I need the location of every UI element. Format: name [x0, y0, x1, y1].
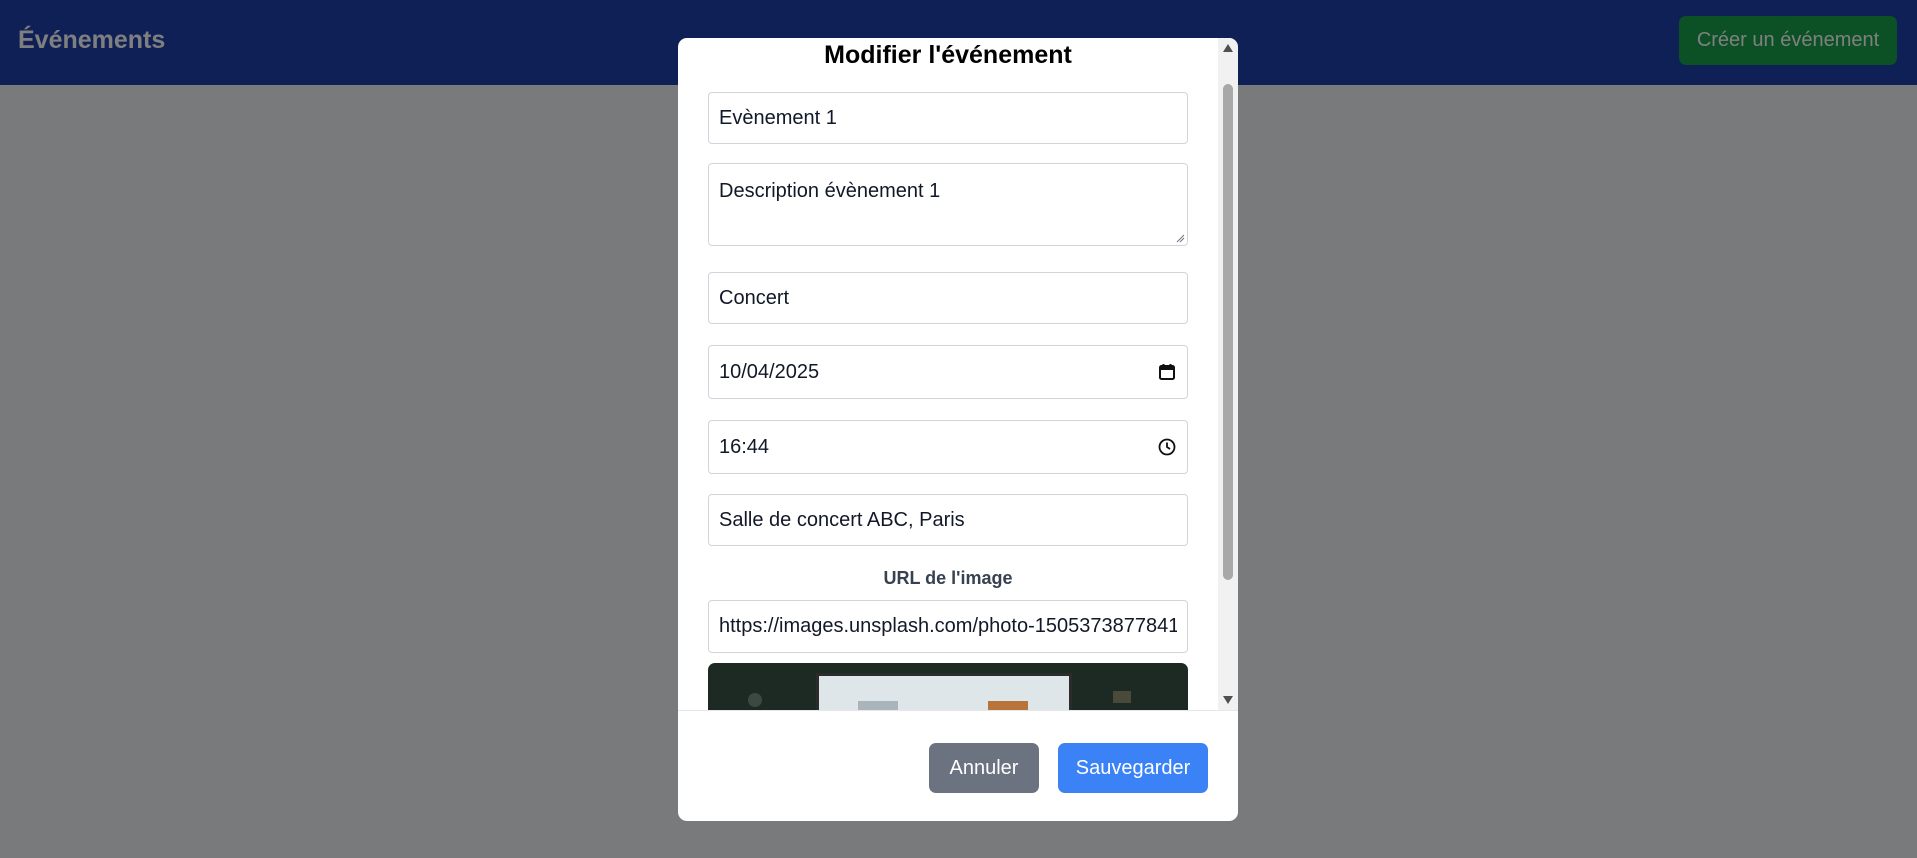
- event-time-value: 16:44: [719, 435, 770, 458]
- modal-scroll-area[interactable]: Modifier l'événement Evènement 1 Descrip…: [678, 38, 1238, 710]
- event-name-value: Evènement 1: [719, 106, 837, 129]
- edit-event-modal: Modifier l'événement Evènement 1 Descrip…: [678, 38, 1238, 821]
- event-date-input[interactable]: 10/04/2025: [708, 345, 1188, 399]
- event-location-input[interactable]: Salle de concert ABC, Paris: [708, 494, 1188, 546]
- event-time-input[interactable]: 16:44: [708, 420, 1188, 474]
- scroll-up-arrow-icon[interactable]: [1218, 38, 1238, 58]
- image-preview: [708, 663, 1188, 710]
- save-button[interactable]: Sauvegarder: [1058, 743, 1208, 793]
- image-url-input[interactable]: https://images.unsplash.com/photo-150537…: [708, 600, 1188, 653]
- cancel-button[interactable]: Annuler: [929, 743, 1039, 793]
- modal-scrollbar[interactable]: [1218, 38, 1238, 710]
- event-description-textarea[interactable]: Description évènement 1: [708, 163, 1188, 246]
- resize-grip-icon[interactable]: [1175, 233, 1185, 243]
- event-location-value: Salle de concert ABC, Paris: [719, 508, 965, 531]
- scrollbar-thumb[interactable]: [1223, 84, 1233, 580]
- image-url-label: URL de l'image: [883, 568, 1013, 588]
- modal-title: Modifier l'événement: [824, 41, 1072, 69]
- modal-footer: Annuler Sauvegarder: [678, 710, 1238, 821]
- event-date-value: 10/04/2025: [719, 360, 820, 383]
- event-description-value: Description évènement 1: [719, 180, 941, 202]
- clock-icon[interactable]: [1157, 437, 1177, 457]
- calendar-icon[interactable]: [1157, 362, 1177, 382]
- scroll-down-arrow-icon[interactable]: [1218, 690, 1238, 710]
- event-category-input[interactable]: Concert: [708, 272, 1188, 324]
- event-name-input[interactable]: Evènement 1: [708, 92, 1188, 144]
- image-url-value: https://images.unsplash.com/photo-150537…: [719, 615, 1177, 637]
- event-category-value: Concert: [719, 286, 790, 309]
